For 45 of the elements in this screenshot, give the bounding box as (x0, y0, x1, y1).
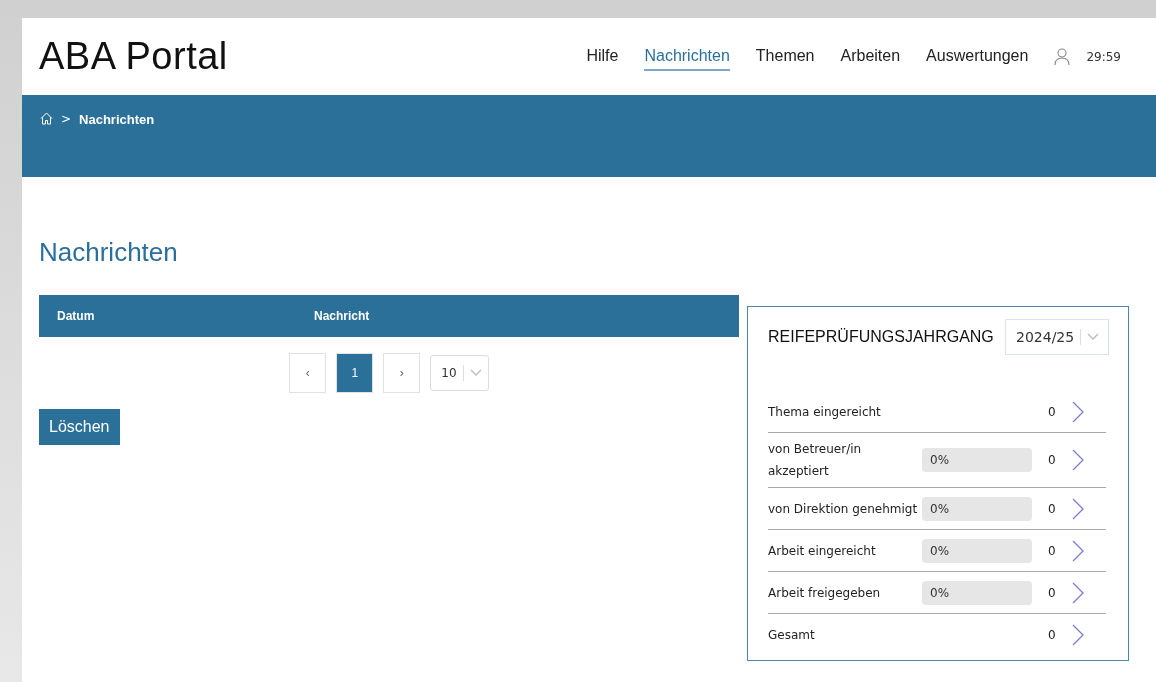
logo: ABA Portal (39, 35, 228, 78)
status-count: 0 (1048, 453, 1056, 467)
chevron-right-icon[interactable] (1071, 539, 1084, 562)
chevron-right-icon[interactable] (1071, 581, 1084, 604)
progress-bar: 0% (922, 580, 1032, 605)
status-label: Arbeit freigegeben (768, 584, 882, 602)
status-count: 0 (1048, 404, 1056, 419)
progress-bar: 0% (922, 538, 1032, 563)
page-size-select[interactable]: 10 (430, 355, 489, 391)
chevron-right-icon[interactable] (1071, 497, 1084, 520)
status-label: Arbeit eingereicht (768, 542, 877, 560)
home-icon[interactable] (40, 112, 53, 125)
status-label: Gesamt (768, 626, 816, 644)
next-page-button[interactable]: › (383, 353, 421, 393)
page-button[interactable]: 1 (336, 353, 374, 393)
status-count: 0 (1048, 585, 1056, 600)
column-header: Datum (57, 309, 96, 323)
status-label: von Betreuer/in akzeptiert (768, 441, 863, 480)
status-count: 0 (1048, 627, 1056, 642)
chevron-down-icon (469, 369, 482, 377)
breadcrumb-current: Nachrichten (79, 112, 155, 127)
nav-link[interactable]: Themen (755, 42, 815, 71)
nav-link[interactable]: Arbeiten (840, 42, 901, 71)
nav-link[interactable]: Hilfe (586, 42, 619, 71)
status-count: 0 (1048, 501, 1056, 516)
status-label: von Direktion genehmigt (768, 500, 919, 518)
previous-page-button[interactable]: ‹ (289, 353, 327, 393)
status-label: Thema eingereicht (768, 403, 882, 421)
progress-bar: 0% (922, 448, 1032, 472)
chevron-right-icon[interactable] (1071, 449, 1084, 471)
chevron-right-icon[interactable] (1071, 400, 1084, 423)
column-header: Nachricht (314, 309, 371, 323)
breadcrumb-separator: > (61, 112, 72, 126)
delete-button[interactable]: Löschen (39, 409, 120, 445)
page-title: Nachrichten (39, 237, 179, 268)
year-select[interactable]: 2024/25 (1005, 319, 1109, 355)
user-icon[interactable] (1054, 47, 1071, 66)
nav-link[interactable]: Auswertungen (926, 42, 1029, 71)
nav-link[interactable]: Nachrichten (644, 42, 730, 71)
chevron-down-icon (1087, 333, 1100, 341)
chevron-right-icon[interactable] (1071, 623, 1084, 646)
progress-bar: 0% (922, 496, 1032, 521)
status-count: 0 (1048, 543, 1056, 558)
panel-title: REIFEPRÜFUNGSJAHRGANG (768, 328, 994, 346)
session-timer: 29:59 (1086, 49, 1121, 64)
